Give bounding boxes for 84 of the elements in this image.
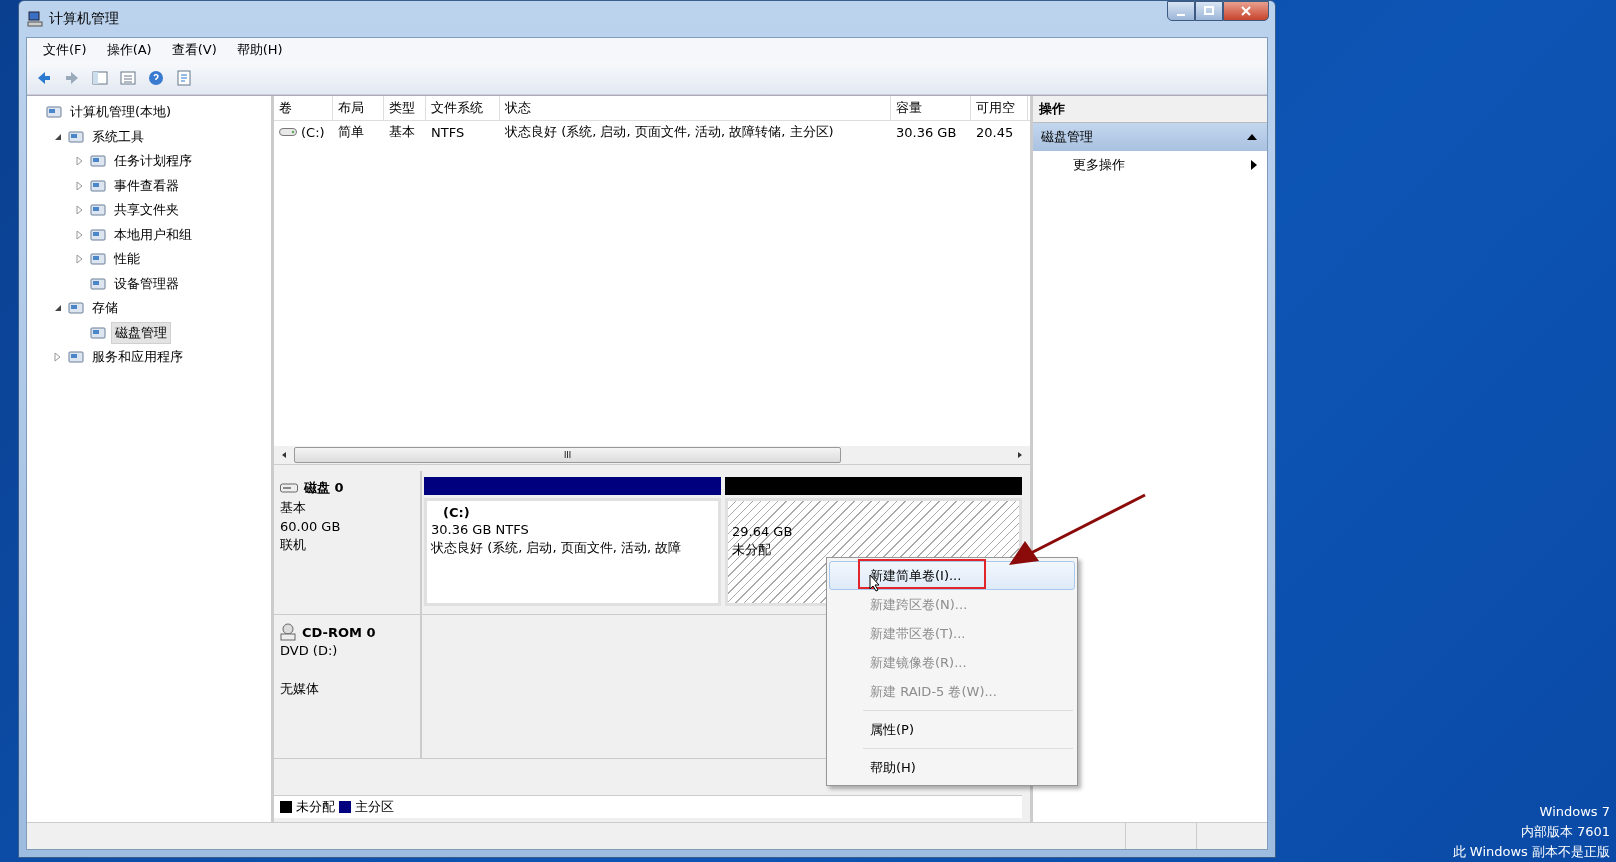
disk-name: 磁盘 0 xyxy=(304,479,344,497)
menu-item[interactable]: 操作(A) xyxy=(98,39,160,61)
expanded-arrow-icon[interactable] xyxy=(54,132,62,141)
table-cell: 30.36 GB xyxy=(896,124,957,140)
scroll-left-icon[interactable] xyxy=(280,451,288,459)
desktop-notice-text: Windows 7 xyxy=(1539,803,1610,821)
legend-label: 主分区 xyxy=(355,798,394,816)
tree-item[interactable]: 共享文件夹 xyxy=(111,200,182,221)
disk-label-panel[interactable]: CD-ROM 0 DVD (D:) 无媒体 xyxy=(274,615,422,758)
close-icon xyxy=(1240,6,1252,16)
scroll-right-icon[interactable] xyxy=(1016,451,1024,459)
tree-item[interactable]: 服务和应用程序 xyxy=(89,347,186,368)
table-cell: 20.45 xyxy=(976,124,1014,140)
table-cell: (C:) xyxy=(301,124,325,140)
menu-item[interactable]: 文件(F) xyxy=(35,39,95,61)
drive-icon xyxy=(279,128,297,136)
collapsed-arrow-icon[interactable] xyxy=(54,352,62,363)
panel-icon[interactable] xyxy=(91,69,109,87)
horizontal-scrollbar[interactable]: III xyxy=(274,446,1030,465)
maximize-icon xyxy=(1204,6,1214,16)
partition-status: 状态良好 (系统, 启动, 页面文件, 活动, 故障 xyxy=(431,539,682,557)
partition-block[interactable]: (C:) 30.36 GB NTFS 状态良好 (系统, 启动, 页面文件, 活动, 故障 xyxy=(424,498,721,606)
minimize-icon xyxy=(1177,13,1185,16)
table-cell: NTFS xyxy=(431,124,465,140)
list-icon[interactable] xyxy=(119,69,137,87)
disk-type: 基本 xyxy=(280,499,307,517)
menu-item[interactable]: 查看(V) xyxy=(163,39,225,61)
tree-item[interactable]: 本地用户和组 xyxy=(111,224,195,245)
tree-item[interactable]: 存储 xyxy=(89,298,121,319)
tree-item[interactable]: 性能 xyxy=(111,249,143,270)
tree-item[interactable]: 磁盘管理 xyxy=(111,321,171,344)
tree-item[interactable]: 计算机管理(本地) xyxy=(67,102,175,123)
partition-size: 30.36 GB NTFS xyxy=(431,522,529,537)
table-cell: 状态良好 (系统, 启动, 页面文件, 活动, 故障转储, 主分区) xyxy=(505,123,834,141)
properties-icon[interactable] xyxy=(175,69,193,87)
menu-item[interactable]: 帮助(H) xyxy=(228,39,291,61)
minimize-button[interactable] xyxy=(1167,1,1195,21)
submenu-triangle-icon xyxy=(1251,160,1257,170)
column-header[interactable]: 文件系统 xyxy=(426,96,500,120)
close-button[interactable] xyxy=(1223,1,1269,21)
window-title: 计算机管理 xyxy=(49,10,119,28)
table-cell: 简单 xyxy=(338,123,364,141)
partition-size: 29.64 GB xyxy=(732,524,793,539)
computer-icon xyxy=(27,11,43,27)
disk-drive-icon xyxy=(280,483,298,493)
disk-size: 60.00 GB xyxy=(280,519,342,534)
thumb-grip: III xyxy=(563,450,572,460)
table-cell: 基本 xyxy=(389,123,415,141)
column-header[interactable]: 类型 xyxy=(384,96,426,120)
tree-item[interactable]: 事件查看器 xyxy=(111,175,182,196)
action-item[interactable]: 更多操作 xyxy=(1033,151,1267,179)
disk-name: CD-ROM 0 xyxy=(302,624,376,640)
tree-item[interactable]: 任务计划程序 xyxy=(111,151,195,172)
desktop-notice-text: 内部版本 7601 xyxy=(1520,823,1610,841)
column-header[interactable]: 卷 xyxy=(274,96,333,120)
maximize-button[interactable] xyxy=(1195,1,1223,21)
context-menu-item[interactable]: 帮助(H) xyxy=(829,753,1075,782)
disk-status: 联机 xyxy=(280,536,307,554)
collapsed-arrow-icon[interactable] xyxy=(76,229,84,240)
legend-label: 未分配 xyxy=(296,798,335,816)
collapsed-arrow-icon[interactable] xyxy=(76,205,84,216)
disk-type: DVD (D:) xyxy=(280,643,339,658)
actions-section[interactable]: 磁盘管理 xyxy=(1033,123,1267,151)
column-header[interactable]: 布局 xyxy=(333,96,384,120)
context-menu-item[interactable]: 新建简单卷(I)... xyxy=(829,561,1075,590)
disk-status: 无媒体 xyxy=(280,680,320,698)
partition-status: 未分配 xyxy=(732,541,771,559)
tree-item[interactable]: 系统工具 xyxy=(89,126,147,147)
column-header[interactable]: 状态 xyxy=(500,96,891,120)
tree-item[interactable]: 设备管理器 xyxy=(111,273,182,294)
partition-label: (C:) xyxy=(443,505,470,520)
actions-header: 操作 xyxy=(1033,96,1267,123)
help-icon[interactable] xyxy=(147,69,165,87)
expanded-arrow-icon[interactable] xyxy=(54,304,62,313)
collapsed-arrow-icon[interactable] xyxy=(76,254,84,265)
context-menu-item[interactable]: 属性(P) xyxy=(829,715,1075,744)
desktop-notice-text: 此 Windows 副本不是正版 xyxy=(1452,843,1610,861)
column-header[interactable]: 容量 xyxy=(891,96,971,120)
collapsed-arrow-icon[interactable] xyxy=(76,180,84,191)
cd-drive-icon xyxy=(280,623,296,641)
column-header[interactable]: 可用空 xyxy=(971,96,1028,120)
scrollbar-thumb[interactable]: III xyxy=(294,447,841,463)
collapse-triangle-icon[interactable] xyxy=(1247,134,1257,140)
collapsed-arrow-icon[interactable] xyxy=(76,156,84,167)
